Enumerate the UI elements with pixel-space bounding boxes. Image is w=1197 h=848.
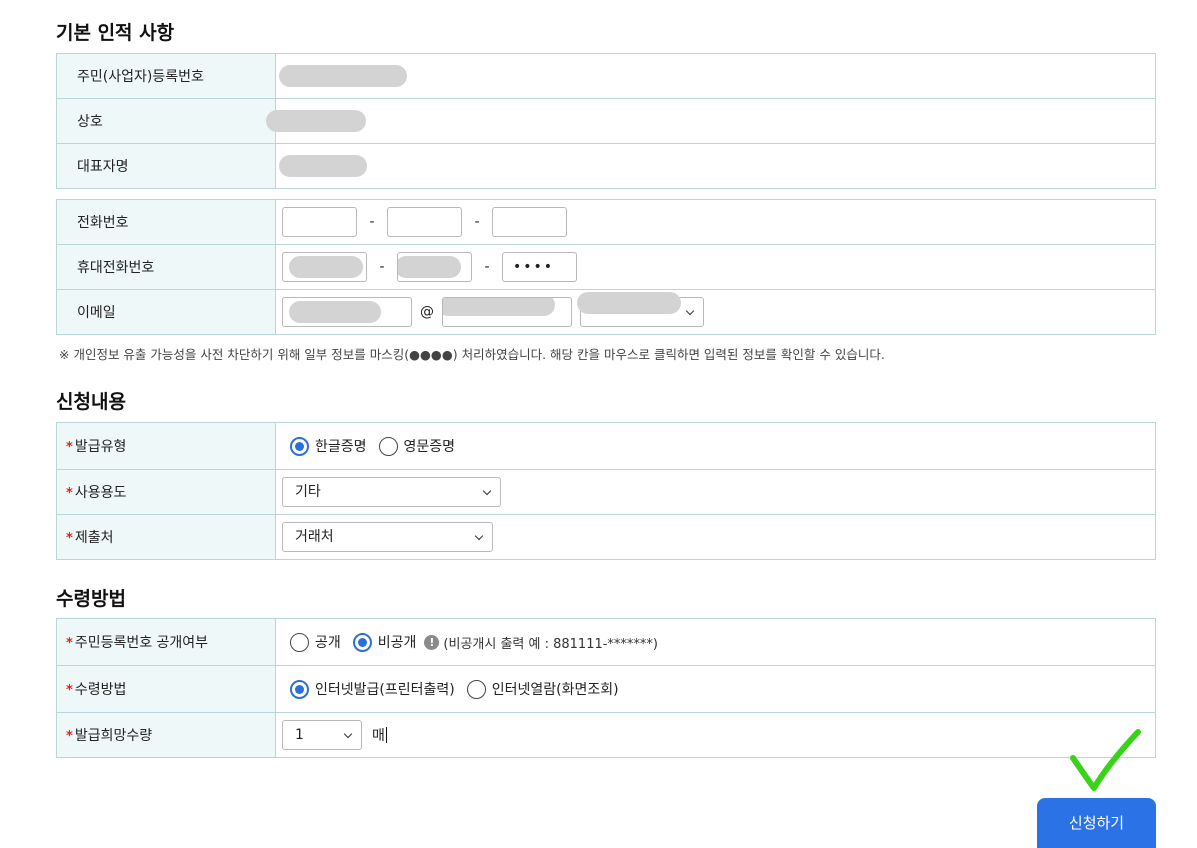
- masked-value: [289, 301, 381, 323]
- phone-fields: --: [276, 200, 1156, 245]
- section-title-basic: 기본 인적 사항: [56, 22, 175, 44]
- purpose-select-value: 기타: [295, 484, 321, 500]
- mobile-part1-input[interactable]: [282, 252, 367, 282]
- issue-type-label: * 발급유형: [56, 422, 276, 470]
- text-cursor: [385, 727, 387, 743]
- submit-to-select-value: 거래처: [295, 529, 334, 545]
- issue-type-options: 한글증명 영문증명: [276, 423, 1156, 470]
- masked-value: [266, 110, 366, 132]
- issue-type-label-text: 발급유형: [74, 439, 127, 455]
- mobile-fields: - - ••••: [275, 244, 1156, 290]
- radio-public[interactable]: [290, 632, 309, 652]
- email-fields: @: [275, 289, 1156, 335]
- section-title-request: 신청내용: [56, 391, 126, 413]
- radio-public-label[interactable]: 공개: [315, 632, 341, 652]
- quantity-label-text: 발급희망수량: [74, 728, 153, 744]
- required-mark: *: [66, 440, 73, 455]
- disclosure-label: * 주민등록번호 공개여부: [56, 618, 276, 666]
- radio-internet-view-label[interactable]: 인터넷열람(화면조회): [492, 679, 619, 699]
- phone-label: 전화번호: [56, 199, 276, 245]
- radio-korean[interactable]: [290, 436, 309, 456]
- chevron-down-icon: [474, 531, 484, 541]
- disclosure-info: (비공개시 출력 예 : 881111-*******): [443, 636, 658, 652]
- email-label: 이메일: [56, 289, 276, 335]
- email-domain-select[interactable]: [577, 292, 704, 327]
- company-label: 상호: [56, 98, 276, 144]
- quantity-label: * 발급희망수량: [56, 712, 276, 758]
- checkmark-icon: [1070, 729, 1141, 791]
- mobile-sep: -: [379, 259, 385, 275]
- chevron-down-icon: [343, 729, 353, 739]
- mobile-part3-input[interactable]: ••••: [502, 252, 577, 282]
- radio-korean-label[interactable]: 한글증명: [315, 436, 367, 456]
- submit-button[interactable]: 신청하기: [1037, 798, 1156, 848]
- phone-sep: -: [369, 214, 375, 230]
- method-options: 인터넷발급(프린터출력) 인터넷열람(화면조회): [275, 665, 1156, 713]
- required-mark: *: [66, 683, 73, 698]
- reg-number-value: [276, 54, 1156, 99]
- masked-value: [279, 155, 367, 177]
- masking-notice: ※ 개인정보 유출 가능성을 사전 차단하기 위해 일부 정보를 마스킹(●●●…: [59, 347, 885, 362]
- disclosure-options: 공개 비공개! (비공개시 출력 예 : 881111-*******): [276, 619, 1156, 666]
- basic-info-table: 주민(사업자)등록번호 상호 대표자명: [56, 53, 1156, 189]
- quantity-select[interactable]: 1: [282, 720, 362, 750]
- phone-part3-input[interactable]: [492, 207, 567, 237]
- radio-private-label[interactable]: 비공개: [378, 632, 417, 652]
- phone-part1-input[interactable]: [282, 207, 357, 237]
- quantity-unit: 매: [372, 728, 385, 744]
- radio-english[interactable]: [378, 436, 398, 456]
- submit-to-label-text: 제출처: [74, 530, 114, 546]
- required-mark: *: [66, 729, 73, 744]
- purpose-label-text: 사용용도: [74, 485, 127, 501]
- ceo-value: [275, 143, 1156, 189]
- masked-value: [443, 298, 555, 316]
- email-at: @: [420, 304, 434, 320]
- method-label-text: 수령방법: [74, 682, 127, 698]
- radio-english-label[interactable]: 영문증명: [404, 436, 456, 456]
- ceo-label: 대표자명: [56, 143, 276, 189]
- masked-value: [398, 256, 461, 278]
- submit-to-label: * 제출처: [56, 514, 276, 560]
- quantity-select-value: 1: [295, 727, 304, 743]
- request-table: * 발급유형 한글증명 영문증명 * 사용용도 기타 * 제출처 거래처: [56, 422, 1156, 560]
- masked-value: [577, 292, 681, 314]
- mobile-sep: -: [484, 259, 490, 275]
- purpose-label: * 사용용도: [56, 469, 276, 515]
- reg-number-label: 주민(사업자)등록번호: [56, 53, 276, 99]
- submit-to-select[interactable]: 거래처: [282, 522, 493, 552]
- radio-internet-issue[interactable]: [290, 679, 309, 699]
- purpose-cell: 기타: [275, 469, 1156, 515]
- section-title-receive: 수령방법: [56, 588, 126, 610]
- quantity-cell: 1매: [275, 712, 1156, 758]
- company-value: [266, 98, 1156, 144]
- disclosure-label-text: 주민등록번호 공개여부: [74, 635, 209, 651]
- submit-to-cell: 거래처: [275, 514, 1156, 560]
- phone-part2-input[interactable]: [387, 207, 462, 237]
- contact-table: 전화번호 -- 휴대전화번호 - - •••• 이메일 @: [56, 199, 1156, 335]
- radio-internet-view[interactable]: [466, 679, 486, 699]
- phone-sep: -: [474, 214, 480, 230]
- method-label: * 수령방법: [56, 665, 276, 713]
- required-mark: *: [66, 636, 73, 651]
- masked-value: [289, 256, 363, 278]
- info-icon: !: [424, 634, 440, 650]
- required-mark: *: [66, 486, 73, 501]
- masked-value: [279, 65, 407, 87]
- chevron-down-icon: [482, 486, 492, 496]
- chevron-down-icon: [685, 306, 695, 316]
- email-id-input[interactable]: [282, 297, 412, 327]
- required-mark: *: [66, 531, 73, 546]
- email-domain-input[interactable]: [442, 297, 572, 327]
- mobile-part2-input[interactable]: [397, 252, 472, 282]
- radio-internet-issue-label[interactable]: 인터넷발급(프린터출력): [315, 679, 455, 699]
- radio-private[interactable]: [352, 632, 372, 652]
- purpose-select[interactable]: 기타: [282, 477, 501, 507]
- receive-table: * 주민등록번호 공개여부 공개 비공개! (비공개시 출력 예 : 881111-*…: [56, 618, 1156, 758]
- mobile-label: 휴대전화번호: [56, 244, 276, 290]
